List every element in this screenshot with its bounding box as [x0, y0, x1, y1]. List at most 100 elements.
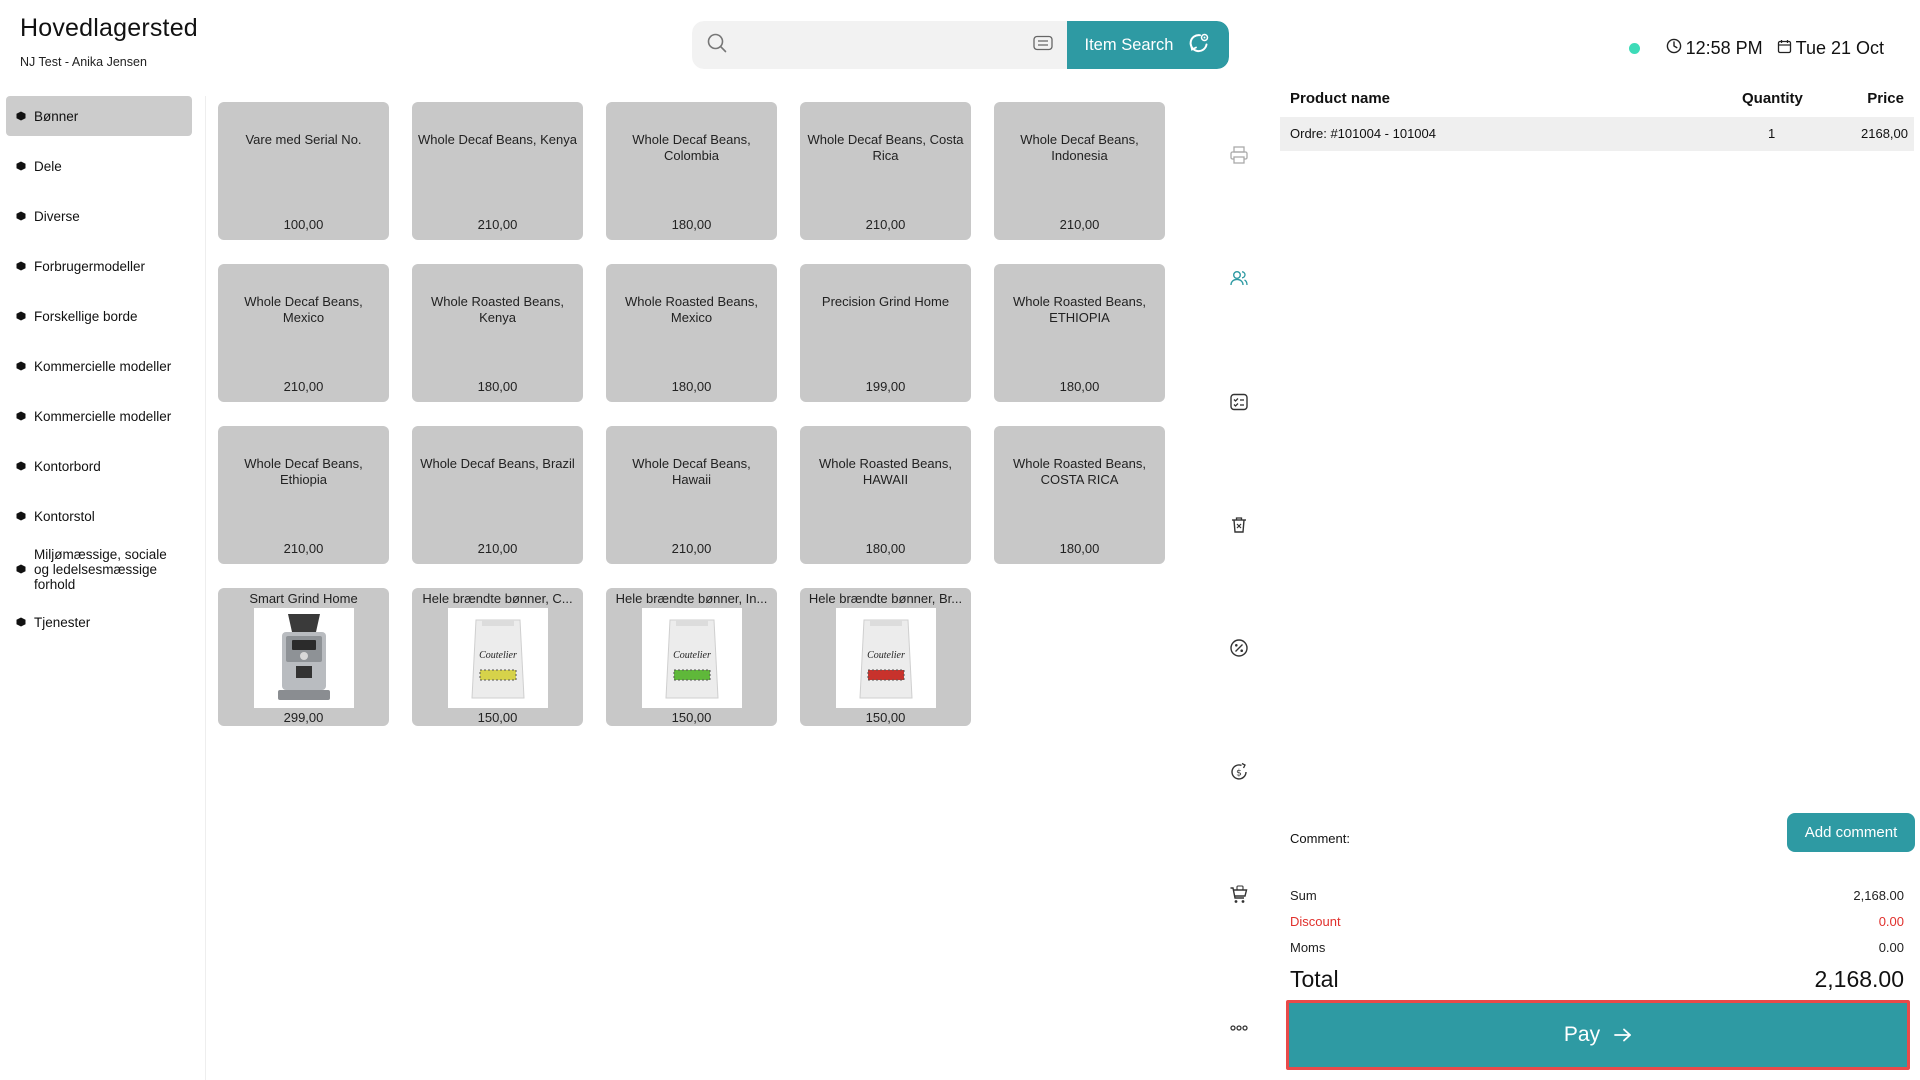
add-comment-button[interactable]: Add comment	[1787, 813, 1915, 852]
pay-button[interactable]: Pay	[1286, 1000, 1910, 1070]
sum-label: Sum	[1290, 888, 1317, 903]
column-quantity: Quantity	[1742, 90, 1803, 107]
percent-icon	[1230, 639, 1248, 657]
product-name: Whole Roasted Beans, Kenya	[431, 294, 564, 325]
product-tile[interactable]: Whole Roasted Beans, ETHIOPIA 180,00	[994, 264, 1165, 402]
product-tile[interactable]: Hele brændte bønner, In... Coutelier 150…	[606, 588, 777, 726]
moms-value: 0.00	[1878, 940, 1904, 955]
print-button[interactable]	[1224, 140, 1254, 170]
product-tile[interactable]: Whole Decaf Beans, Brazil 210,00	[412, 426, 583, 564]
product-tile[interactable]: Hele brændte bønner, Br... Coutelier 150…	[800, 588, 971, 726]
column-price: Price	[1867, 90, 1904, 107]
product-price: 150,00	[671, 710, 712, 725]
product-tile[interactable]: Whole Decaf Beans, Kenya 210,00	[412, 102, 583, 240]
item-search-label: Item Search	[1084, 35, 1174, 54]
delete-button[interactable]	[1224, 510, 1254, 540]
category-item-dele[interactable]: Dele	[6, 146, 192, 186]
box-icon	[16, 564, 26, 574]
product-image-coffee-bag: Coutelier	[835, 608, 936, 708]
product-tile[interactable]: Whole Roasted Beans, COSTA RICA 180,00	[994, 426, 1165, 564]
current-date: Tue 21 Oct	[1795, 38, 1884, 58]
total-label: Total	[1290, 966, 1339, 992]
category-item-diverse[interactable]: Diverse	[6, 196, 192, 236]
product-price: 180,00	[671, 379, 712, 394]
more-button[interactable]	[1224, 1013, 1254, 1043]
user-name: NJ Test - Anika Jensen	[20, 55, 147, 69]
category-label: Kommercielle modeller	[34, 358, 172, 374]
customer-icon	[1230, 271, 1248, 286]
box-icon	[16, 161, 26, 171]
category-item-kommercielle-modeller[interactable]: Kommercielle modeller	[6, 346, 192, 386]
product-name: Vare med Serial No.	[245, 132, 362, 147]
box-icon	[16, 211, 26, 221]
category-item-forskellige-borde[interactable]: Forskellige borde	[6, 296, 192, 336]
category-sidebar: Bønner Dele Diverse Forbrugermodeller Fo…	[6, 96, 192, 652]
bag-brand-text: Coutelier	[479, 650, 517, 661]
product-tile[interactable]: Whole Decaf Beans, Mexico 210,00	[218, 264, 389, 402]
clock-icon	[1666, 38, 1682, 59]
product-tile[interactable]: Whole Decaf Beans, Indonesia 210,00	[994, 102, 1165, 240]
product-name: Whole Roasted Beans, COSTA RICA	[1013, 456, 1146, 487]
product-tile[interactable]: Whole Decaf Beans, Colombia 180,00	[606, 102, 777, 240]
cart-button[interactable]	[1224, 880, 1254, 910]
product-name: Whole Decaf Beans, Colombia	[632, 132, 751, 163]
product-image-coffee-bag: Coutelier	[641, 608, 742, 708]
comment-label: Comment:	[1290, 831, 1350, 846]
product-image-grinder	[253, 608, 354, 708]
category-item-kontorstol[interactable]: Kontorstol	[6, 496, 192, 536]
product-tile[interactable]: Whole Roasted Beans, Mexico 180,00	[606, 264, 777, 402]
search-field-container[interactable]	[692, 21, 1067, 69]
product-tile[interactable]: Vare med Serial No. 100,00	[218, 102, 389, 240]
search-icon	[706, 32, 728, 59]
product-name: Whole Decaf Beans, Brazil	[420, 456, 575, 471]
svg-text:$: $	[1236, 769, 1242, 779]
product-tile[interactable]: Whole Decaf Beans, Costa Rica 210,00	[800, 102, 971, 240]
product-price: 210,00	[671, 541, 712, 556]
order-line[interactable]: Ordre: #101004 - 101004 1 2168,00	[1280, 117, 1914, 151]
product-price: 210,00	[477, 217, 518, 232]
order-table-header: Product name Quantity Price	[1280, 90, 1914, 110]
bag-brand-text: Coutelier	[867, 650, 905, 661]
discount-row: Discount 0.00	[1290, 914, 1904, 929]
bag-brand-text: Coutelier	[673, 650, 711, 661]
box-icon	[16, 361, 26, 371]
discount-button[interactable]	[1224, 633, 1254, 663]
category-item-tjenester[interactable]: Tjenester	[6, 602, 192, 642]
product-image-coffee-bag: Coutelier	[447, 608, 548, 708]
box-icon	[16, 511, 26, 521]
product-name: Hele brændte bønner, In...	[615, 591, 768, 606]
product-tile[interactable]: Whole Roasted Beans, HAWAII 180,00	[800, 426, 971, 564]
category-item-forbrugermodeller[interactable]: Forbrugermodeller	[6, 246, 192, 286]
product-tile[interactable]: Smart Grind Home 299,00	[218, 588, 389, 726]
category-label: Forskellige borde	[34, 308, 138, 324]
category-label: Forbrugermodeller	[34, 258, 146, 274]
product-price: 180,00	[865, 541, 906, 556]
header: Hovedlagersted NJ Test - Anika Jensen	[20, 14, 198, 69]
keyboard-icon[interactable]	[1033, 35, 1053, 56]
category-item-bonner[interactable]: Bønner	[6, 96, 192, 136]
product-price: 180,00	[1059, 541, 1100, 556]
column-product-name: Product name	[1290, 90, 1391, 107]
checklist-button[interactable]	[1224, 387, 1254, 417]
category-item-esg[interactable]: Miljømæssige, sociale og ledelsesmæssige…	[6, 546, 192, 592]
product-name: Whole Roasted Beans, Mexico	[625, 294, 758, 325]
refresh-settings-icon	[1187, 31, 1211, 60]
search-input[interactable]	[728, 21, 1033, 69]
cart-icon	[1230, 885, 1248, 903]
item-search-button[interactable]: Item Search	[1067, 21, 1229, 69]
arrow-right-icon	[1614, 1028, 1631, 1042]
customer-button[interactable]	[1224, 263, 1254, 293]
product-tile[interactable]: Precision Grind Home 199,00	[800, 264, 971, 402]
trash-icon	[1232, 517, 1246, 533]
category-label: Kontorstol	[34, 508, 95, 524]
product-price: 210,00	[865, 217, 906, 232]
cash-button[interactable]: $	[1224, 757, 1254, 787]
product-tile[interactable]: Whole Decaf Beans, Hawaii 210,00	[606, 426, 777, 564]
product-tile[interactable]: Whole Roasted Beans, Kenya 180,00	[412, 264, 583, 402]
box-icon	[16, 617, 26, 627]
product-tile[interactable]: Whole Decaf Beans, Ethiopia 210,00	[218, 426, 389, 564]
total-row: Total 2,168.00	[1290, 966, 1904, 993]
product-tile[interactable]: Hele brændte bønner, C... Coutelier 150,…	[412, 588, 583, 726]
category-item-kontorbord[interactable]: Kontorbord	[6, 446, 192, 486]
category-item-kommercielle-modeller-2[interactable]: Kommercielle modeller	[6, 396, 192, 436]
